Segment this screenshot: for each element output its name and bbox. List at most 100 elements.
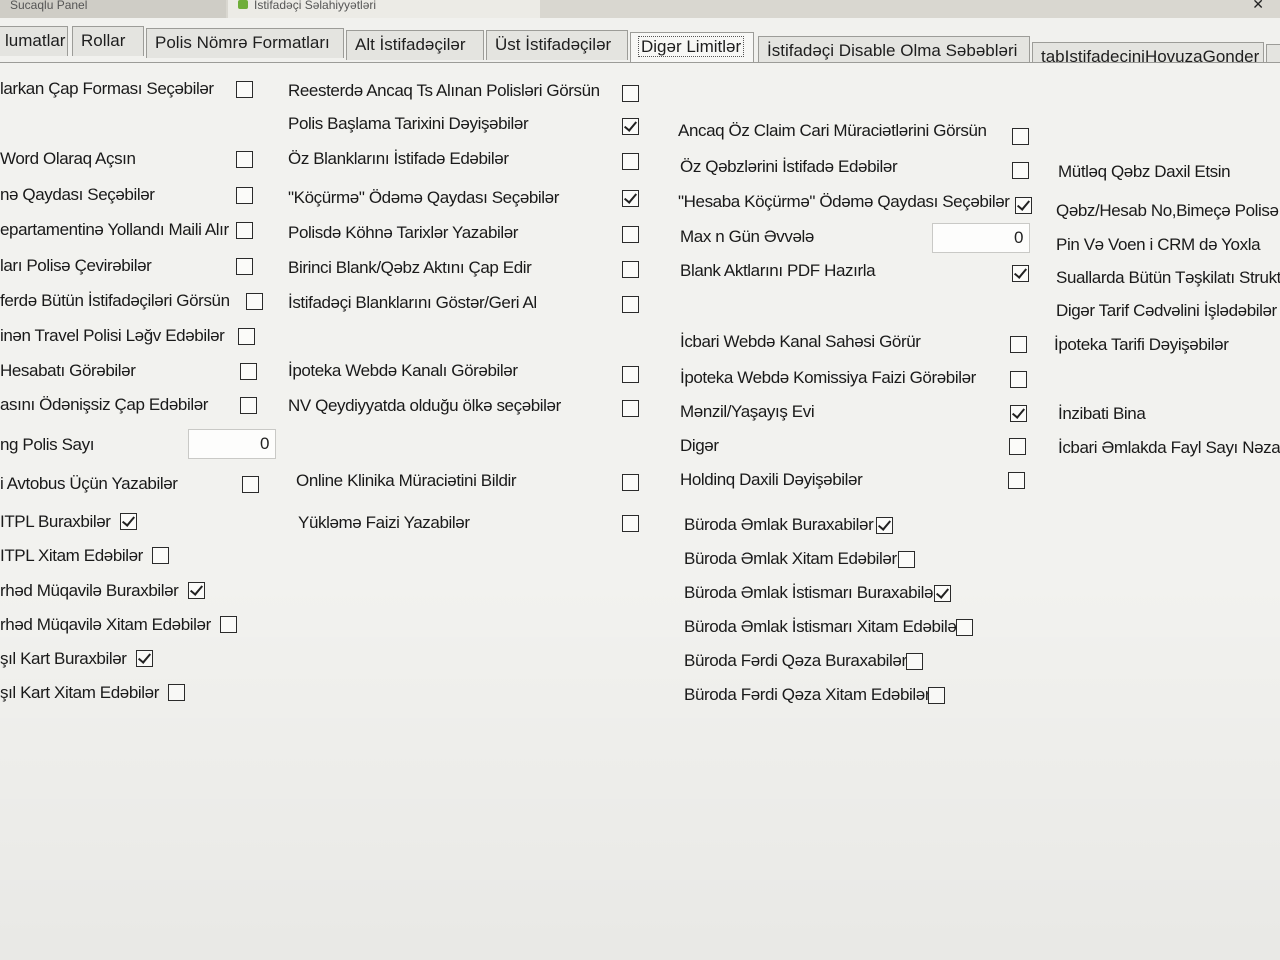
tab-ust-istifadeciler[interactable]: Üst İstifadəçilər — [486, 30, 628, 60]
col2-checkbox[interactable] — [622, 153, 639, 170]
col3-label: "Hesaba Köçürmə" Ödəmə Qaydası Seçəbilər — [678, 192, 1010, 211]
col3-label: Büroda Əmlak Buraxabilər — [684, 515, 874, 534]
col1-label: şıl Kart Buraxbilər — [0, 649, 127, 668]
settings-tabstrip: lumatlar Rollar Polis Nömrə Formatları A… — [0, 18, 1280, 74]
col1-checkbox[interactable] — [236, 151, 253, 168]
tab-label: Rollar — [81, 31, 126, 50]
window-tab-1[interactable]: Sucaqlu Panel — [0, 0, 226, 18]
col3-checkbox[interactable] — [1010, 405, 1027, 422]
diger-limitler-panel: larkan Çap Forması Seçəbilər Word Olaraq… — [0, 63, 1280, 960]
col1-label: rhəd Müqavilə Xitam Edəbilər — [0, 615, 211, 634]
col2-label: Yükləmə Faizi Yazabilər — [298, 513, 470, 532]
tab-label: Polis Nömrə Formatları — [155, 33, 330, 52]
col1-checkbox[interactable] — [188, 582, 205, 599]
col3-label: Büroda Əmlak İstismarı Buraxabilər — [684, 583, 939, 602]
max-gun-evvele-input[interactable]: 0 — [932, 223, 1030, 253]
col4-label: Qəbz/Hesab No,Bimeçə Polisə V — [1056, 201, 1280, 220]
col2-checkbox[interactable] — [622, 190, 639, 207]
col1-checkbox[interactable] — [236, 187, 253, 204]
tab-alt-istifadeciler[interactable]: Alt İstifadəçilər — [346, 30, 484, 60]
col3-checkbox[interactable] — [876, 517, 893, 534]
col4-label: Suallarda Bütün Təşkilatı Struktur — [1056, 268, 1280, 287]
col1-checkbox[interactable] — [136, 650, 153, 667]
col1-label: i Avtobus Üçün Yazabilər — [0, 474, 178, 493]
window-tab-2-label: İstifadəçi Səlahiyyətləri — [254, 0, 377, 12]
col3-checkbox[interactable] — [1015, 197, 1032, 214]
polis-sayi-input[interactable]: 0 — [188, 429, 276, 459]
col3-label: Mənzil/Yaşayış Evi — [680, 402, 815, 421]
col2-label: Reesterdə Ancaq Ts Alınan Polisləri Görs… — [288, 81, 600, 100]
col1-label: larkan Çap Forması Seçəbilər — [0, 79, 214, 98]
col3-label: Ancaq Öz Claim Cari Müraciətlərini Görsü… — [678, 121, 987, 140]
col3-label: Digər — [680, 436, 719, 455]
col4-label: Digər Tarif Cədvəlini İşlədəbilər — [1056, 301, 1277, 320]
col1-label: ITPL Xitam Edəbilər — [0, 546, 143, 565]
col2-checkbox[interactable] — [622, 366, 639, 383]
col2-checkbox[interactable] — [622, 474, 639, 491]
col1-checkbox[interactable] — [236, 258, 253, 275]
col1-checkbox[interactable] — [242, 476, 259, 493]
col3-checkbox[interactable] — [928, 687, 945, 704]
col1-checkbox[interactable] — [168, 684, 185, 701]
col1-label: rhəd Müqavilə Buraxbilər — [0, 581, 179, 600]
col2-checkbox[interactable] — [622, 226, 639, 243]
col3-checkbox[interactable] — [1012, 265, 1029, 282]
col2-checkbox[interactable] — [622, 296, 639, 313]
col3-label: Holdinq Daxili Dəyişəbilər — [680, 470, 863, 489]
tab-melumatlar[interactable]: lumatlar — [0, 26, 68, 56]
col1-checkbox[interactable] — [236, 81, 253, 98]
col1-checkbox[interactable] — [220, 616, 237, 633]
col3-label: Büroda Fərdi Qəza Xitam Edəbilər — [684, 685, 931, 704]
tab-label: Üst İstifadəçilər — [495, 35, 612, 54]
col1-label: epartamentinə Yollandı Maili Alır — [0, 220, 229, 239]
col4-label: Pin Və Voen i CRM də Yoxla — [1056, 235, 1261, 254]
col1-label: Word Olaraq Açsın — [0, 149, 136, 168]
col1-label: ITPL Buraxbilər — [0, 512, 111, 531]
col2-checkbox[interactable] — [622, 400, 639, 417]
col2-label: "Köçürmə" Ödəmə Qaydası Seçəbilər — [288, 188, 559, 207]
col2-checkbox[interactable] — [622, 261, 639, 278]
col2-checkbox[interactable] — [622, 118, 639, 135]
col1-label: Hesabatı Görəbilər — [0, 361, 136, 380]
col1-checkbox[interactable] — [152, 547, 169, 564]
tab-label: lumatlar — [5, 31, 66, 50]
col3-checkbox[interactable] — [1012, 162, 1029, 179]
col4-label: İnzibati Bina — [1058, 404, 1146, 423]
col3-checkbox[interactable] — [1010, 336, 1027, 353]
col3-checkbox[interactable] — [1010, 371, 1027, 388]
col2-label: NV Qeydiyyatda olduğu ölkə seçəbilər — [288, 396, 561, 415]
col3-checkbox[interactable] — [1008, 472, 1025, 489]
col1-label: inən Travel Polisi Ləğv Edəbilər — [0, 326, 225, 345]
col3-checkbox[interactable] — [906, 653, 923, 670]
col1-label: şıl Kart Xitam Edəbilər — [0, 683, 159, 702]
tab-polis-nomre-formatlari[interactable]: Polis Nömrə Formatları — [146, 28, 344, 58]
col3-label: Büroda Fərdi Qəza Buraxabilər — [684, 651, 907, 670]
tab-rollar[interactable]: Rollar — [72, 26, 144, 56]
tab-label: Alt İstifadəçilər — [355, 35, 466, 54]
col3-checkbox[interactable] — [956, 619, 973, 636]
col2-checkbox[interactable] — [622, 515, 639, 532]
col3-label: Büroda Əmlak Xitam Edəbilər — [684, 549, 897, 568]
close-icon[interactable]: ✕ — [1252, 0, 1264, 13]
col1-label: asını Ödənişsiz Çap Edəbilər — [0, 395, 209, 414]
col1-checkbox[interactable] — [246, 293, 263, 310]
tab-diger-limitler[interactable]: Digər Limitlər — [630, 32, 754, 64]
col2-checkbox[interactable] — [622, 85, 639, 102]
col1-label: ng Polis Sayı — [0, 435, 95, 454]
col3-checkbox[interactable] — [1012, 128, 1029, 145]
col1-label: ları Polisə Çevirəbilər — [0, 256, 152, 275]
col1-checkbox[interactable] — [240, 397, 257, 414]
col3-checkbox[interactable] — [934, 585, 951, 602]
col1-checkbox[interactable] — [238, 328, 255, 345]
col1-checkbox[interactable] — [120, 513, 137, 530]
col1-checkbox[interactable] — [240, 363, 257, 380]
col3-label: Büroda Əmlak İstismarı Xitam Edəbilər — [684, 617, 962, 636]
window-tab-2[interactable]: İstifadəçi Səlahiyyətləri — [228, 0, 540, 18]
window-titlebar: Sucaqlu Panel İstifadəçi Səlahiyyətləri … — [0, 0, 1280, 18]
col2-label: Polis Başlama Tarixini Dəyişəbilər — [288, 114, 529, 133]
col1-checkbox[interactable] — [236, 222, 253, 239]
col3-label: Öz Qəbzlərini İstifadə Edəbilər — [680, 157, 898, 176]
col3-checkbox[interactable] — [898, 551, 915, 568]
col3-checkbox[interactable] — [1009, 438, 1026, 455]
window-tab-1-label: Sucaqlu Panel — [10, 0, 88, 12]
